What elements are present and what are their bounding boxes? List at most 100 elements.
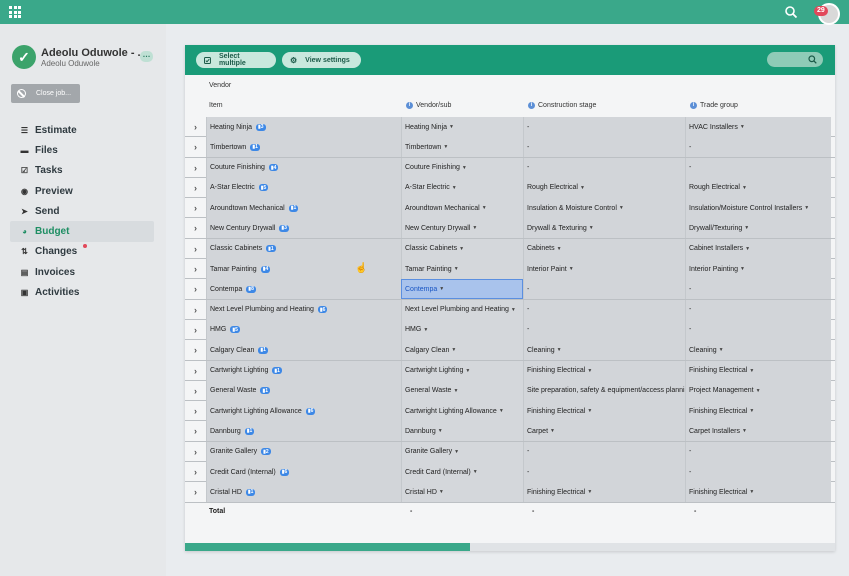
sidebar-item-estimate[interactable]: ☰ Estimate [10,120,154,140]
stage-dropdown[interactable]: - [523,441,685,462]
vendor-dropdown[interactable]: A-Star Electric ▼ [401,177,523,198]
trade-dropdown[interactable]: Project Management ▼ [685,380,831,401]
table-row[interactable]: › Dannburg ▮ 1 Dannburg ▼ Carpet ▼ Carpet Instal… [185,421,835,442]
vendor-dropdown[interactable]: General Waste ▼ [401,380,523,401]
header-vendor[interactable]: i Vendor/sub [406,102,451,109]
expand-chevron-icon[interactable]: › [185,442,206,462]
stage-dropdown[interactable]: Finishing Electrical ▼ [523,360,685,381]
table-row[interactable]: › Cristal HD ▮ 1 Cristal HD ▼ Finishing Electr… [185,482,835,503]
trade-dropdown[interactable]: Drywall/Texturing ▼ [685,218,831,239]
header-trade[interactable]: i Trade group [690,102,738,109]
comment-count-badge[interactable]: ▮ 6 [317,306,328,314]
item-cell[interactable]: Contempa ▮ 8 [206,279,401,300]
stage-dropdown[interactable]: Rough Electrical ▼ [523,177,685,198]
sidebar-item-preview[interactable]: ◉ Preview [10,181,154,201]
sidebar-item-activities[interactable]: ▣ Activities [10,282,154,302]
trade-dropdown[interactable]: - [685,441,831,462]
vendor-dropdown[interactable]: Credit Card (Internal) ▼ [401,462,523,483]
stage-dropdown[interactable]: Finishing Electrical ▼ [523,482,685,503]
item-cell[interactable]: Credit Card (Internal) ▮ 6 [206,462,401,483]
header-stage[interactable]: i Construction stage [528,102,596,109]
close-job-button[interactable]: Close job... [11,84,80,103]
item-cell[interactable]: Granite Gallery ▮ 2 [206,441,401,462]
stage-dropdown[interactable]: Interior Paint ▼ [523,259,685,280]
trade-dropdown[interactable]: - [685,299,831,320]
stage-dropdown[interactable]: Drywall & Texturing ▼ [523,218,685,239]
more-options-icon[interactable]: … [140,51,153,62]
comment-count-badge[interactable]: ▮ 1 [245,488,256,496]
expand-chevron-icon[interactable]: › [185,259,206,279]
expand-chevron-icon[interactable]: › [185,218,206,238]
expand-chevron-icon[interactable]: › [185,158,206,178]
trade-dropdown[interactable]: Cabinet Installers ▼ [685,238,831,259]
expand-chevron-icon[interactable]: › [185,300,206,320]
trade-dropdown[interactable]: - [685,462,831,483]
vendor-dropdown[interactable]: Tamar Painting ▼ [401,259,523,280]
expand-chevron-icon[interactable]: › [185,117,206,137]
expand-chevron-icon[interactable]: › [185,137,206,157]
vendor-dropdown[interactable]: HMG ▼ [401,319,523,340]
trade-dropdown[interactable]: - [685,319,831,340]
vendor-dropdown[interactable]: Heating Ninja ▼ [401,117,523,137]
trade-dropdown[interactable]: Insulation/Moisture Control Installers ▼ [685,198,831,219]
item-cell[interactable]: New Century Drywall ▮ 3 [206,218,401,239]
comment-count-badge[interactable]: ▮ 6 [305,407,316,415]
vendor-dropdown[interactable]: Next Level Plumbing and Heating ▼ [401,299,523,320]
trade-dropdown[interactable]: HVAC Installers ▼ [685,117,831,137]
expand-chevron-icon[interactable]: › [185,178,206,198]
item-cell[interactable]: Cartwright Lighting Allowance ▮ 6 [206,401,401,422]
comment-count-badge[interactable]: ▮ 1 [260,387,270,395]
table-row[interactable]: › Cartwright Lighting Allowance ▮ 6 Cartwrig… [185,401,835,422]
stage-dropdown[interactable]: - [523,462,685,483]
item-cell[interactable]: Timbertown ▮ 1 [206,137,401,158]
trade-dropdown[interactable]: Interior Painting ▼ [685,259,831,280]
expand-chevron-icon[interactable]: › [185,401,206,421]
expand-chevron-icon[interactable]: › [185,482,206,502]
table-row[interactable]: › Tamar Painting ▮ 4 Tamar Painting ▼ Interior… [185,259,835,280]
vendor-dropdown[interactable]: New Century Drywall ▼ [401,218,523,239]
stage-dropdown[interactable]: Cabinets ▼ [523,238,685,259]
expand-chevron-icon[interactable]: › [185,279,206,299]
expand-chevron-icon[interactable]: › [185,361,206,381]
trade-dropdown[interactable]: Rough Electrical ▼ [685,177,831,198]
expand-chevron-icon[interactable]: › [185,381,206,401]
vendor-dropdown[interactable]: Contempa ▼ [401,279,523,300]
item-cell[interactable]: Cartwright Lighting ▮ 1 [206,360,401,381]
vendor-dropdown[interactable]: Couture Finishing ▼ [401,157,523,178]
comment-count-badge[interactable]: ▮ 5 [230,326,240,334]
stage-dropdown[interactable]: Cleaning ▼ [523,340,685,361]
table-row[interactable]: › Contempa ▮ 8 Contempa ▼ - - [185,279,835,300]
comment-count-badge[interactable]: ▮ 1 [258,346,268,354]
horizontal-scrollbar[interactable] [185,543,835,551]
comment-count-badge[interactable]: ▮ 1 [244,427,255,435]
notification-badge[interactable]: 29 [814,6,828,16]
sidebar-item-send[interactable]: ➤ Send [10,201,154,221]
table-row[interactable]: › Cartwright Lighting ▮ 1 Cartwright Lightin… [185,360,835,381]
vendor-dropdown[interactable]: Cartwright Lighting Allowance ▼ [401,401,523,422]
comment-count-badge[interactable]: ▮ 2 [261,448,271,456]
scrollbar-thumb[interactable] [185,543,470,551]
stage-dropdown[interactable]: - [523,157,685,178]
table-row[interactable]: › Couture Finishing ▮ 4 Couture Finishing ▼ - - [185,157,835,178]
view-settings-button[interactable]: ⚙ View settings [282,52,361,68]
table-row[interactable]: › Aroundtown Mechanical ▮ 1 Aroundtown Mecha… [185,198,835,219]
item-cell[interactable]: Dannburg ▮ 1 [206,421,401,442]
table-row[interactable]: › Granite Gallery ▮ 2 Granite Gallery ▼ - - [185,441,835,463]
table-row[interactable]: › HMG ▮ 5 HMG ▼ - - [185,319,835,341]
comment-count-badge[interactable]: ▮ 1 [288,204,299,212]
trade-dropdown[interactable]: Cleaning ▼ [685,340,831,361]
trade-dropdown[interactable]: Finishing Electrical ▼ [685,401,831,422]
vendor-dropdown[interactable]: Timbertown ▼ [401,137,523,158]
sidebar-item-changes[interactable]: ⇅ Changes [10,242,154,262]
comment-count-badge[interactable]: ▮ 8 [246,285,256,293]
comment-count-badge[interactable]: ▮ 4 [260,265,271,273]
expand-chevron-icon[interactable]: › [185,198,206,218]
stage-dropdown[interactable]: - [523,299,685,320]
vendor-dropdown[interactable]: Classic Cabinets ▼ [401,238,523,259]
sidebar-item-files[interactable]: ▬ Files [10,140,154,160]
stage-dropdown[interactable]: Site preparation, safety & equipment/acc… [523,380,685,401]
expand-chevron-icon[interactable]: › [185,320,206,340]
stage-dropdown[interactable]: - [523,279,685,300]
item-cell[interactable]: Next Level Plumbing and Heating ▮ 6 [206,299,401,320]
job-title[interactable]: Adeolu Oduwole - ... [41,47,147,59]
